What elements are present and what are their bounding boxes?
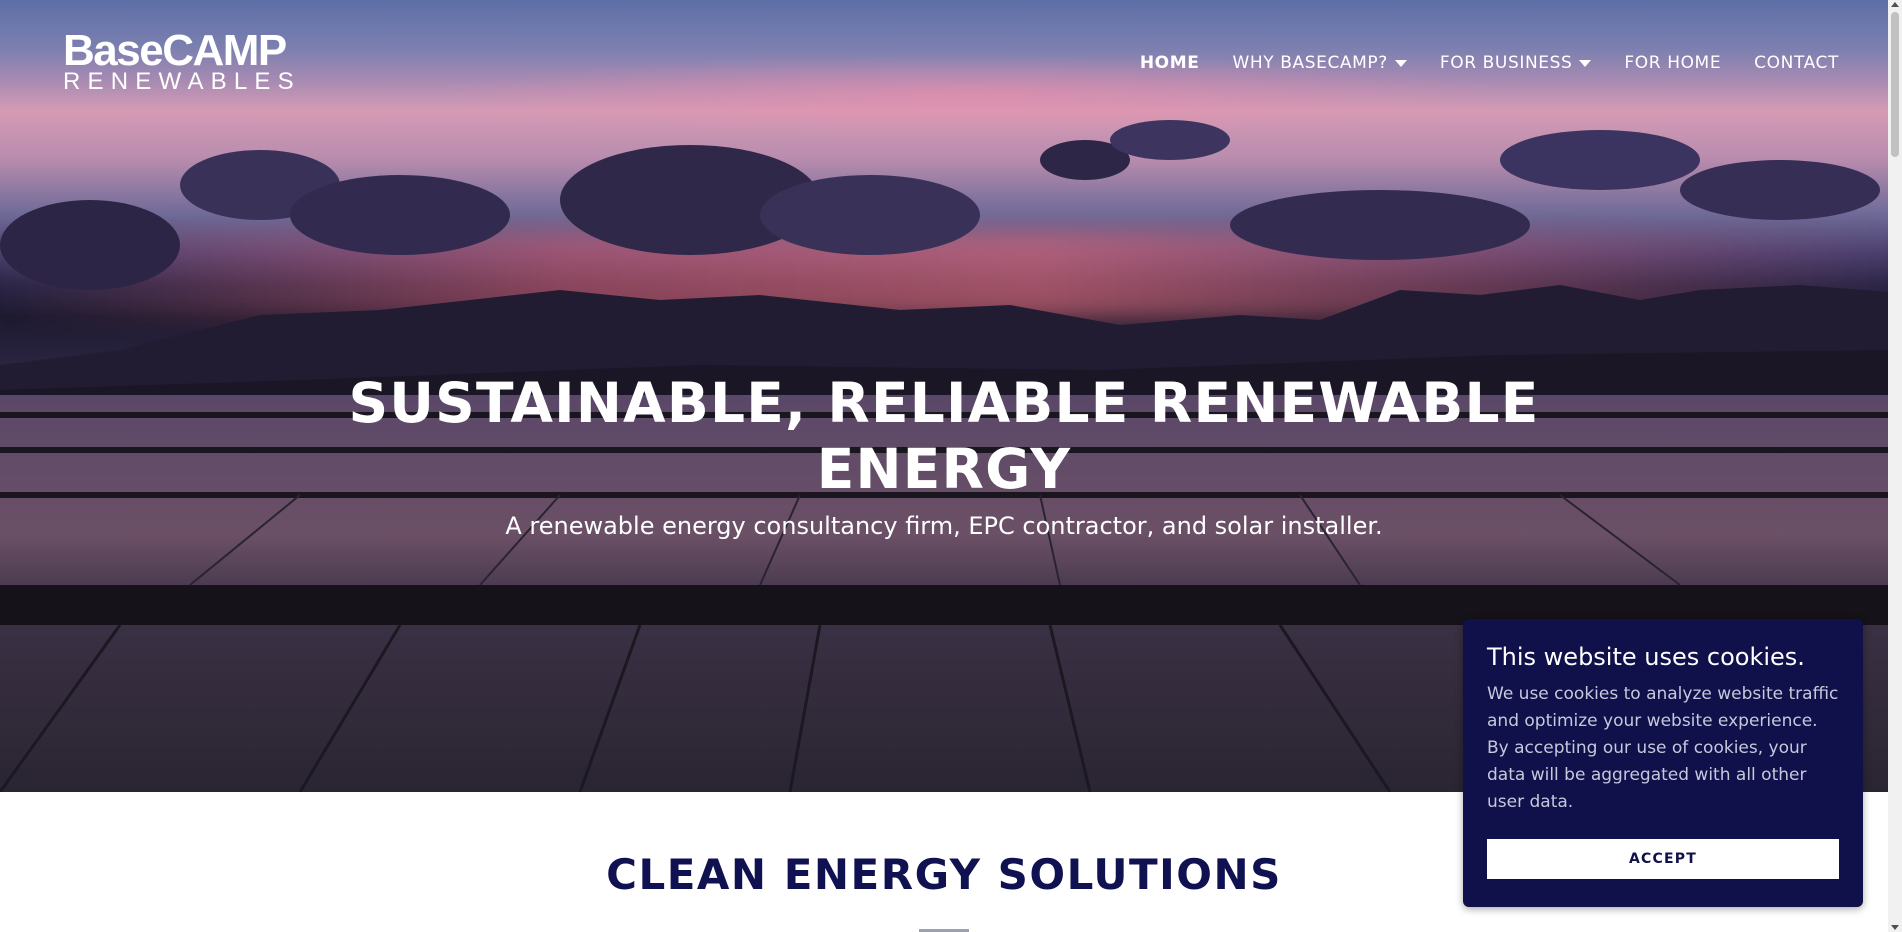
nav-home-label: HOME <box>1139 53 1200 73</box>
logo-wordmark: BaseCAMP <box>63 26 287 75</box>
nav-for-business-label: FOR BUSINESS <box>1439 53 1573 73</box>
nav-why-basecamp-label: WHY BASECAMP? <box>1232 53 1388 73</box>
caret-down-icon <box>1579 59 1592 67</box>
nav-why-basecamp[interactable]: WHY BASECAMP? <box>1232 53 1407 73</box>
cookie-banner-title: This website uses cookies. <box>1487 643 1805 671</box>
nav-for-home-label: FOR HOME <box>1624 53 1722 73</box>
hero-subtitle: A renewable energy consultancy firm, EPC… <box>505 512 1383 540</box>
logo[interactable]: BaseCAMP RENEWABLES <box>63 26 301 95</box>
section-title: CLEAN ENERGY SOLUTIONS <box>606 850 1282 899</box>
hero-title: SUSTAINABLE, RELIABLE RENEWABLE ENERGY <box>290 370 1598 502</box>
scrollbar-thumb[interactable] <box>1891 12 1899 157</box>
caret-down-icon <box>1394 59 1407 67</box>
main-nav: HOME WHY BASECAMP? FOR BUSINESS FOR HOME… <box>1107 53 1839 73</box>
nav-for-home[interactable]: FOR HOME <box>1624 53 1721 73</box>
page-scrollbar[interactable] <box>1888 0 1902 932</box>
cookie-banner: This website uses cookies. We use cookie… <box>1463 619 1863 907</box>
nav-home[interactable]: HOME <box>1140 53 1200 73</box>
nav-contact-label: CONTACT <box>1754 53 1839 73</box>
scroll-up-icon[interactable] <box>1891 2 1899 7</box>
cookie-banner-text: We use cookies to analyze website traffi… <box>1487 684 1839 812</box>
hero-title-line1: SUSTAINABLE, RELIABLE RENEWABLE <box>348 371 1540 435</box>
nav-contact[interactable]: CONTACT <box>1754 53 1839 73</box>
accept-cookies-button[interactable]: ACCEPT <box>1487 839 1839 879</box>
hero-title-line2: ENERGY <box>816 437 1072 501</box>
nav-for-business[interactable]: FOR BUSINESS <box>1440 53 1592 73</box>
logo-tagline: RENEWABLES <box>63 68 301 95</box>
scroll-down-icon[interactable] <box>1891 925 1899 930</box>
